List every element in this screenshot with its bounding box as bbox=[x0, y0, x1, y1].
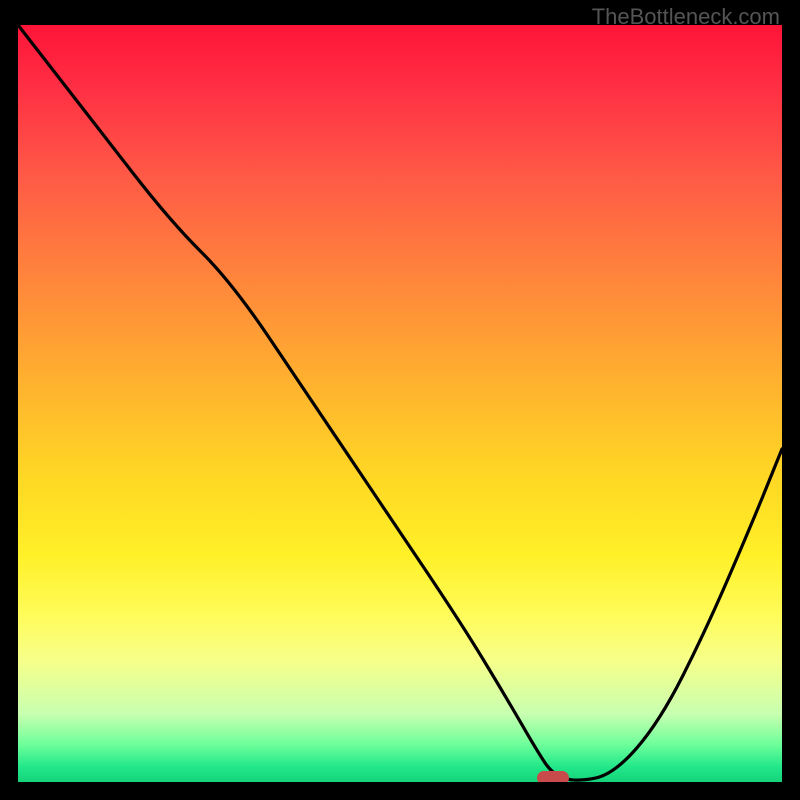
chart-plot-area bbox=[18, 25, 782, 782]
watermark-text: TheBottleneck.com bbox=[592, 4, 780, 30]
chart-min-marker bbox=[537, 771, 569, 782]
chart-curve-svg bbox=[18, 25, 782, 782]
chart-curve-path bbox=[18, 25, 782, 780]
